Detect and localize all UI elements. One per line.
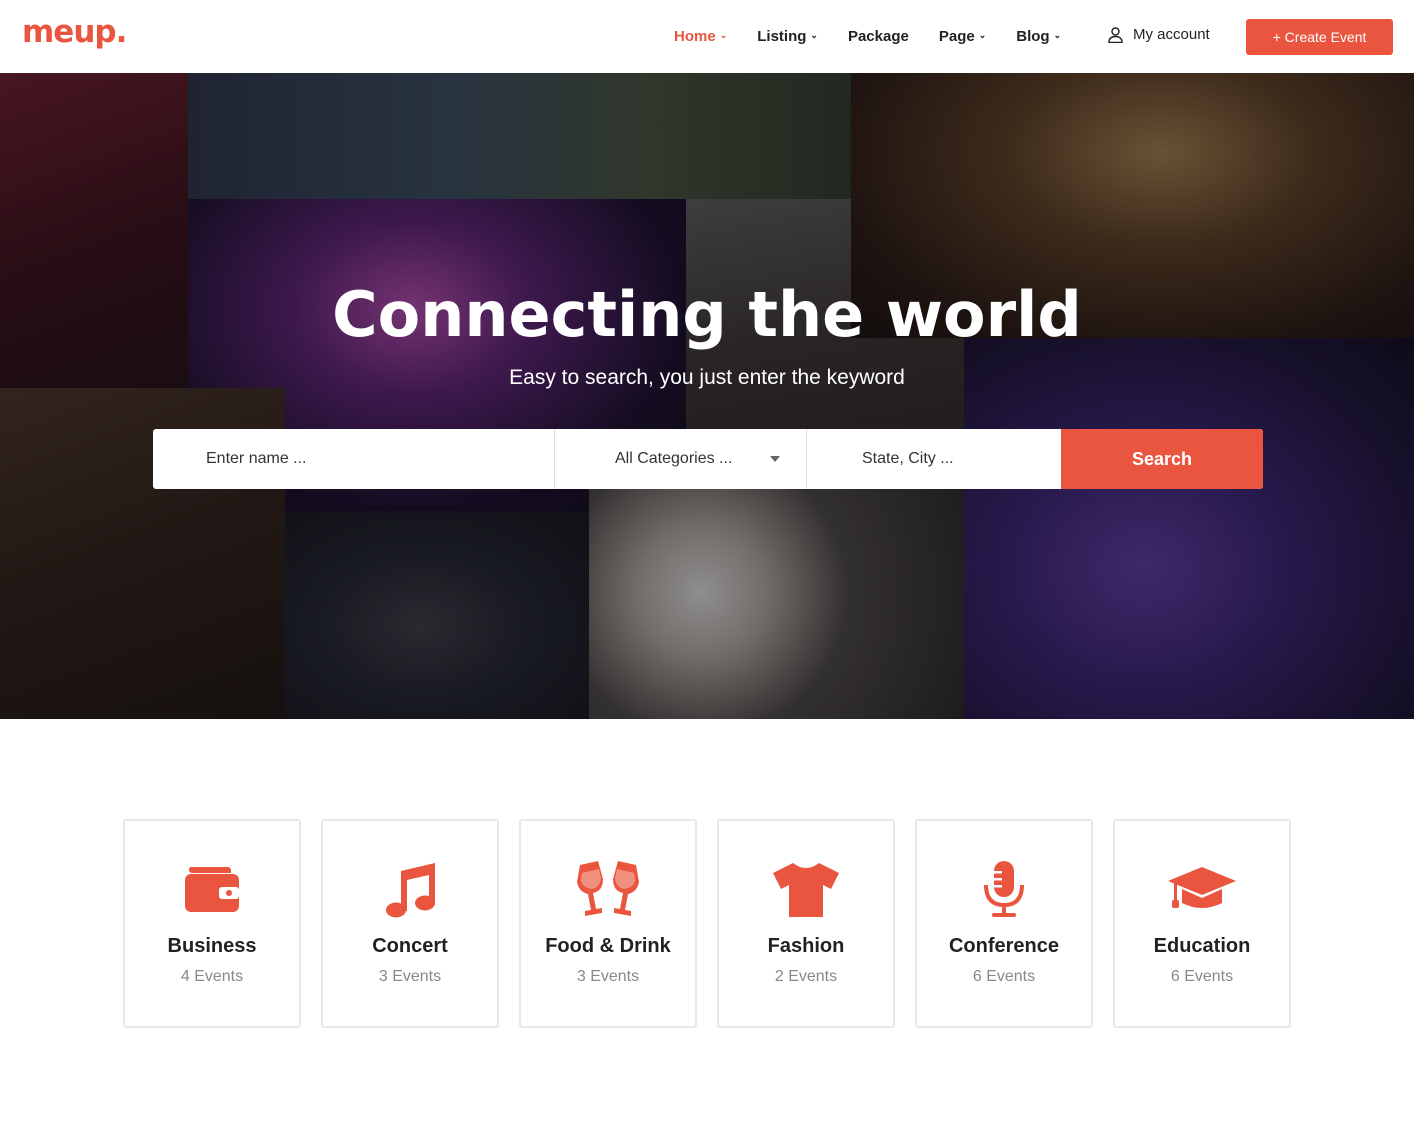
nav-item-listing[interactable]: Listing ⌄ — [757, 28, 818, 45]
chevron-down-icon: ⌄ — [978, 30, 987, 40]
site-header: meup. Home ⌄ Listing ⌄ Package Page ⌄ Blog ⌄… — [0, 0, 1414, 73]
nav-item-label: Page — [938, 28, 975, 45]
category-count: 6 Events — [1170, 968, 1234, 985]
category-card-fashion[interactable]: Fashion 2 Events — [717, 819, 895, 1028]
account-label: My account — [1133, 26, 1210, 43]
create-event-button[interactable]: + Create Event — [1246, 19, 1393, 55]
category-name: Business — [167, 935, 257, 957]
logo[interactable]: meup. — [22, 14, 127, 50]
category-count: 3 Events — [576, 968, 640, 985]
nav-item-label: Listing — [757, 28, 807, 45]
nav-item-blog[interactable]: Blog ⌄ — [1016, 28, 1061, 45]
category-card-business[interactable]: Business 4 Events — [123, 819, 301, 1028]
category-card-education[interactable]: Education 6 Events — [1113, 819, 1291, 1028]
category-name: Food & Drink — [545, 935, 671, 957]
category-select[interactable]: All Categories ... — [555, 429, 807, 489]
category-name: Conference — [948, 935, 1060, 957]
nav-item-page[interactable]: Page ⌄ — [939, 28, 986, 45]
t-shirt-icon — [719, 861, 893, 919]
category-count: 2 Events — [774, 968, 838, 985]
hero-overlay — [0, 73, 1414, 719]
chevron-down-icon: ⌄ — [810, 30, 818, 40]
caret-down-icon — [770, 456, 780, 462]
hero-banner: Connecting the world Easy to search, you… — [0, 73, 1414, 719]
chevron-down-icon: ⌄ — [1053, 30, 1062, 40]
city-search-input[interactable]: State, City ... — [807, 429, 1061, 489]
category-card-conference[interactable]: Conference 6 Events — [915, 819, 1093, 1028]
my-account-link[interactable]: My account — [1108, 26, 1210, 43]
category-card-food-drink[interactable]: Food & Drink 3 Events — [519, 819, 697, 1028]
music-note-icon — [323, 861, 497, 919]
nav-item-home[interactable]: Home ⌄ — [674, 28, 727, 45]
name-search-input[interactable]: Enter name ... — [153, 429, 555, 489]
category-card-concert[interactable]: Concert 3 Events — [321, 819, 499, 1028]
nav-item-label: Blog — [1016, 28, 1050, 45]
user-icon — [1108, 26, 1123, 43]
category-count: 4 Events — [180, 968, 244, 985]
category-list: Business 4 Events Concert 3 Events Food … — [123, 819, 1311, 1028]
hero-subtitle: Easy to search, you just enter the keywo… — [509, 366, 905, 389]
category-select-value: All Categories ... — [615, 450, 733, 467]
category-count: 3 Events — [378, 968, 442, 985]
search-bar: Enter name ... All Categories ... State,… — [153, 429, 1263, 489]
category-name: Fashion — [767, 935, 845, 957]
nav-item-label: Package — [847, 28, 909, 45]
chevron-down-icon: ⌄ — [719, 30, 728, 40]
category-name: Concert — [372, 935, 448, 957]
microphone-icon — [917, 861, 1091, 919]
category-count: 6 Events — [972, 968, 1036, 985]
wallet-icon — [125, 861, 299, 919]
main-nav: Home ⌄ Listing ⌄ Package Page ⌄ Blog ⌄ — [674, 0, 1091, 73]
graduation-cap-icon — [1115, 861, 1289, 919]
category-name: Education — [1153, 935, 1251, 957]
search-button[interactable]: Search — [1061, 429, 1263, 489]
nav-item-package[interactable]: Package — [848, 28, 909, 45]
wine-glasses-icon — [521, 861, 695, 919]
nav-item-label: Home — [674, 28, 716, 45]
hero-title: Connecting the world — [332, 278, 1082, 351]
